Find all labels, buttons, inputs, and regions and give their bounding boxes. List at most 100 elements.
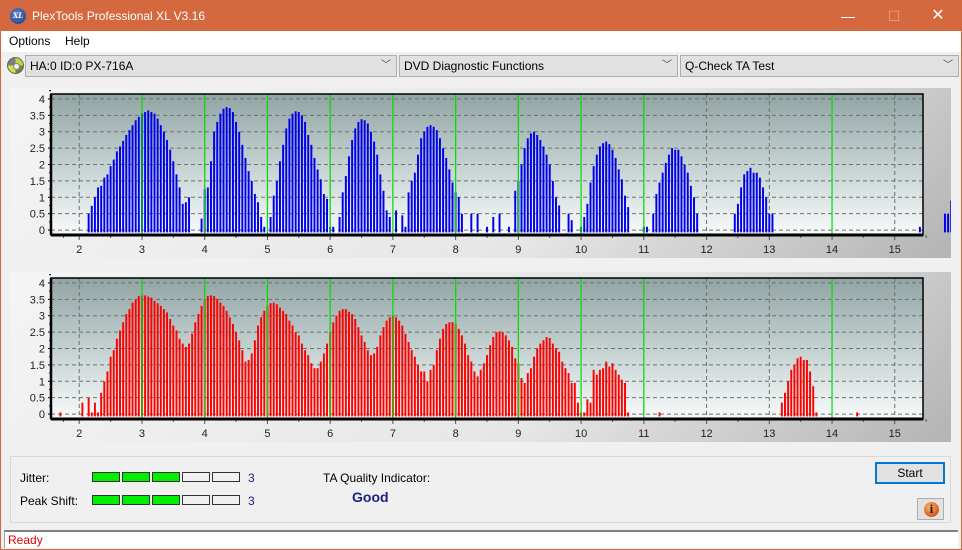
bar	[250, 353, 253, 417]
bar	[689, 185, 692, 233]
x-tick-label: 7	[390, 244, 396, 256]
bar	[611, 149, 614, 233]
bar	[115, 338, 118, 417]
bar	[561, 361, 564, 417]
bar	[570, 382, 573, 417]
bar	[947, 213, 950, 233]
bar	[263, 310, 266, 417]
y-tick-label: 0	[39, 409, 45, 421]
bar	[360, 335, 363, 417]
maximize-button[interactable]: ☐	[871, 1, 917, 31]
bar	[188, 197, 190, 233]
info-icon: i	[924, 502, 939, 517]
bar	[322, 194, 325, 233]
bar	[432, 364, 435, 417]
bar	[219, 302, 222, 417]
bar	[213, 296, 216, 417]
bar	[357, 121, 360, 233]
chart-top-panel: 0 0.5 1 1.5 2 2.5 3 3.5 4 2 3 4 5 6 7 8 9 10 11 12 13 14 15	[10, 88, 951, 258]
peak-shift-meter-segment	[92, 495, 120, 505]
bar	[344, 175, 347, 233]
bar	[395, 317, 398, 417]
bar	[401, 325, 404, 417]
bar	[539, 343, 542, 417]
bar	[103, 177, 106, 233]
jitter-meter-segment	[182, 472, 210, 482]
bar	[134, 299, 137, 417]
bar	[156, 118, 159, 233]
x-tick-label: 8	[453, 244, 459, 256]
bar	[216, 121, 219, 233]
x-tick-label: 14	[826, 244, 838, 256]
bar	[147, 296, 150, 417]
bar	[780, 402, 783, 417]
disc-drive-icon	[7, 57, 24, 74]
bar	[442, 328, 445, 417]
bar	[175, 330, 178, 417]
bar	[354, 318, 357, 417]
x-tick-label: 14	[826, 428, 838, 440]
bar	[373, 141, 376, 233]
y-tick-label: 3	[39, 311, 45, 323]
bar	[523, 148, 526, 233]
bar	[150, 112, 153, 233]
test-select[interactable]: Q-Check TA Test ﹀	[680, 55, 959, 77]
bar	[799, 356, 802, 417]
y-tick-label: 3	[39, 127, 45, 139]
x-tick-label: 9	[515, 244, 521, 256]
menu-options[interactable]: Options	[9, 34, 50, 48]
bar	[856, 412, 859, 417]
bar	[385, 210, 388, 233]
x-tick-label: 10	[575, 428, 587, 440]
jitter-meter-segment	[122, 472, 150, 482]
bar	[376, 154, 379, 233]
bar	[131, 302, 134, 417]
bar	[238, 131, 241, 233]
function-select[interactable]: DVD Diagnostic Functions ﹀	[399, 55, 678, 77]
bar	[573, 382, 576, 417]
bar	[247, 171, 250, 233]
bar	[498, 213, 501, 233]
bar	[438, 138, 441, 233]
bar	[300, 115, 303, 233]
jitter-meter-segment	[152, 472, 180, 482]
bar	[520, 164, 523, 233]
bar	[536, 348, 539, 417]
bar	[181, 343, 184, 417]
bar	[316, 368, 319, 417]
test-select-value: Q-Check TA Test	[685, 59, 775, 73]
bar	[501, 332, 504, 417]
bar	[395, 210, 398, 233]
bar	[677, 149, 680, 233]
minimize-button[interactable]: —	[825, 1, 871, 31]
bar	[426, 381, 429, 417]
bar	[407, 192, 410, 233]
bar	[213, 131, 216, 233]
bar	[388, 317, 391, 417]
chevron-down-icon: ﹀	[662, 60, 672, 71]
bar	[417, 154, 419, 233]
bar	[548, 164, 551, 233]
peak-shift-meter-segment	[122, 495, 150, 505]
bar	[696, 213, 699, 233]
bar	[348, 156, 350, 233]
x-tick-label: 15	[889, 428, 901, 440]
bar	[796, 358, 799, 417]
start-button[interactable]: Start	[875, 462, 945, 484]
bar	[765, 197, 768, 233]
bar	[529, 133, 532, 233]
bar	[332, 322, 335, 417]
title-bar: XL PlexTools Professional XL V3.16 — ☐ ✕	[1, 1, 961, 31]
bar	[451, 322, 454, 417]
bar	[332, 226, 335, 233]
bar	[564, 368, 567, 417]
menu-help[interactable]: Help	[65, 34, 90, 48]
drive-select[interactable]: HA:0 ID:0 PX-716A ﹀	[25, 55, 397, 77]
info-button[interactable]: i	[917, 498, 944, 520]
bar	[304, 350, 307, 417]
close-button[interactable]: ✕	[915, 1, 961, 31]
bar	[279, 161, 281, 233]
bar	[674, 149, 677, 233]
bar	[918, 226, 921, 233]
bar	[486, 355, 488, 417]
